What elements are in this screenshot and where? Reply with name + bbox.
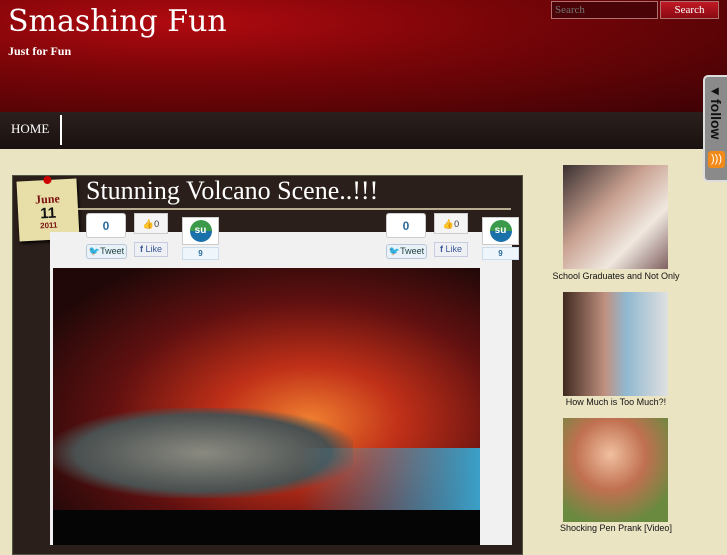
twitter-icon: 🐦 [388,246,401,256]
sidebar-caption[interactable]: Shocking Pen Prank [Video] [540,523,692,533]
post-title[interactable]: Stunning Volcano Scene..!!! [86,176,378,206]
stumbleupon-button[interactable]: su [182,217,219,245]
pin-icon [43,175,52,185]
site-header: Smashing Fun Just for Fun Search [0,0,727,112]
tweet-label: Tweet [400,246,425,256]
stumbleupon-button[interactable]: su [482,217,519,245]
sidebar-thumb[interactable] [563,165,668,269]
stumbleupon-count: 9 [482,247,519,260]
rss-icon[interactable]: ))) [708,151,725,168]
thumbs-up-icon: 👍 [142,219,155,229]
tweet-button[interactable]: 🐦Tweet [86,244,127,259]
tweet-button[interactable]: 🐦Tweet [386,244,427,259]
sidebar-caption[interactable]: School Graduates and Not Only [540,271,692,281]
follow-tab[interactable]: ◂follow ))) [703,75,727,182]
facebook-like-button[interactable]: f Like [434,242,468,257]
like-count: 👍0 [434,213,468,234]
main-nav: HOME [0,112,727,149]
like-label: Like [145,244,162,254]
thumbs-up-icon: 👍 [442,219,455,229]
site-title[interactable]: Smashing Fun [8,4,227,39]
volcano-image [53,268,480,545]
facebook-like-button[interactable]: f Like [134,242,168,257]
sidebar-thumb[interactable] [563,292,668,396]
sidebar-caption[interactable]: How Much is Too Much?! [540,397,692,407]
like-count-value: 0 [454,219,460,229]
date-year: 2011 [39,220,58,231]
follow-label: ◂follow [708,83,724,140]
tweet-label: Tweet [100,246,125,256]
tweet-count: 0 [386,213,426,238]
sidebar-thumb[interactable] [563,418,668,522]
title-divider [78,208,511,210]
like-count-value: 0 [154,219,160,229]
search-button[interactable]: Search [660,1,719,19]
like-count: 👍0 [134,213,168,234]
like-label: Like [445,244,462,254]
site-tagline: Just for Fun [8,44,72,58]
tweet-count: 0 [86,213,126,238]
stumbleupon-icon: su [489,220,512,242]
nav-home[interactable]: HOME [0,115,63,145]
search-input[interactable] [551,1,658,19]
stumbleupon-count: 9 [182,247,219,260]
stumbleupon-icon: su [189,220,212,242]
twitter-icon: 🐦 [88,246,101,256]
